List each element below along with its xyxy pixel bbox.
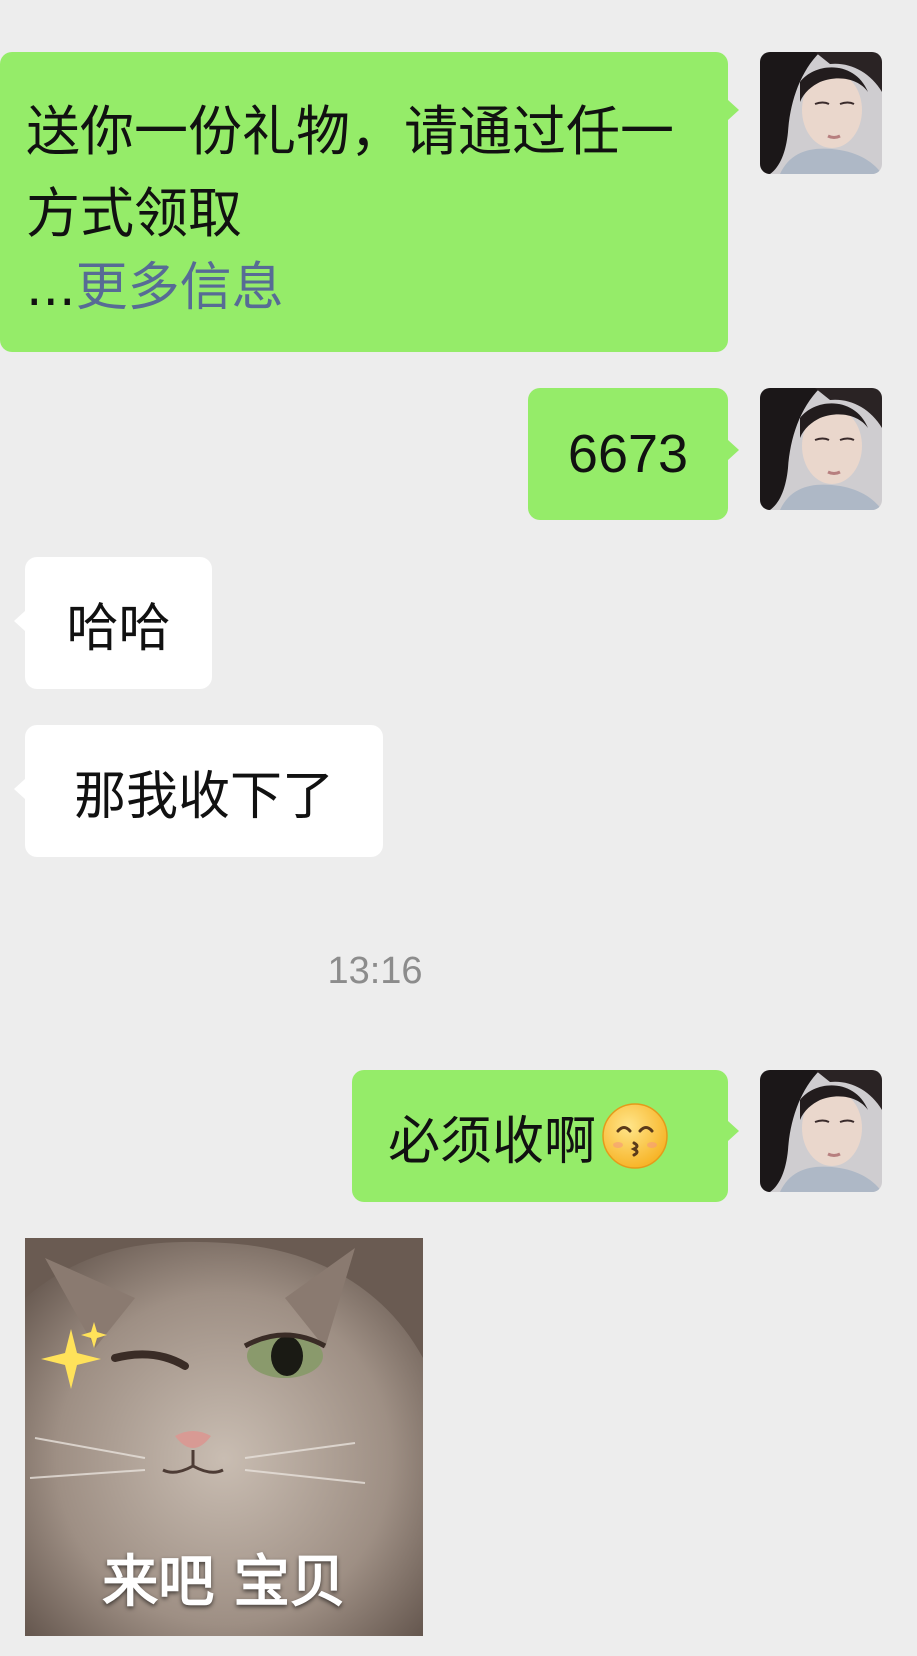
own-avatar[interactable] xyxy=(760,1070,882,1192)
received-message-bubble[interactable]: 那我收下了 xyxy=(25,725,383,857)
gift-message-bubble[interactable]: 送你一份礼物，请通过任一 方式领取 ...更多信息 xyxy=(0,52,728,352)
own-avatar[interactable] xyxy=(760,52,882,174)
gift-message-line2: 方式领取 xyxy=(26,182,242,245)
sent-message-bubble[interactable]: 必须收啊 xyxy=(352,1070,728,1202)
message-text: 6673 xyxy=(567,424,689,484)
chat-timestamp: 13:16 xyxy=(327,950,423,992)
more-info-row: ...更多信息 xyxy=(26,262,284,314)
own-avatar[interactable] xyxy=(760,388,882,510)
ellipsis: ... xyxy=(26,258,76,318)
bubble-tail xyxy=(728,1121,739,1141)
bubble-tail xyxy=(728,100,739,120)
sticker-caption: 来吧 宝贝 xyxy=(102,1550,346,1615)
avatar-portrait-image xyxy=(760,388,882,510)
message-text: 那我收下了 xyxy=(73,766,334,827)
gift-message-line1: 送你一份礼物，请通过任一 xyxy=(26,100,674,163)
message-text: 必须收啊 xyxy=(388,1111,597,1172)
number-message-bubble[interactable]: 6673 xyxy=(528,388,728,520)
avatar-portrait-image xyxy=(760,52,882,174)
avatar-portrait-image xyxy=(760,1070,882,1192)
kissing-smiling-eyes-emoji-icon xyxy=(600,1101,670,1171)
bubble-tail xyxy=(728,440,739,460)
message-text: 哈哈 xyxy=(66,598,171,659)
more-info-link[interactable]: 更多信息 xyxy=(76,258,284,318)
received-message-bubble[interactable]: 哈哈 xyxy=(25,557,212,689)
bubble-tail xyxy=(14,611,25,631)
bubble-tail xyxy=(14,779,25,799)
winking-cat-sticker[interactable]: 来吧 宝贝 xyxy=(25,1238,423,1636)
